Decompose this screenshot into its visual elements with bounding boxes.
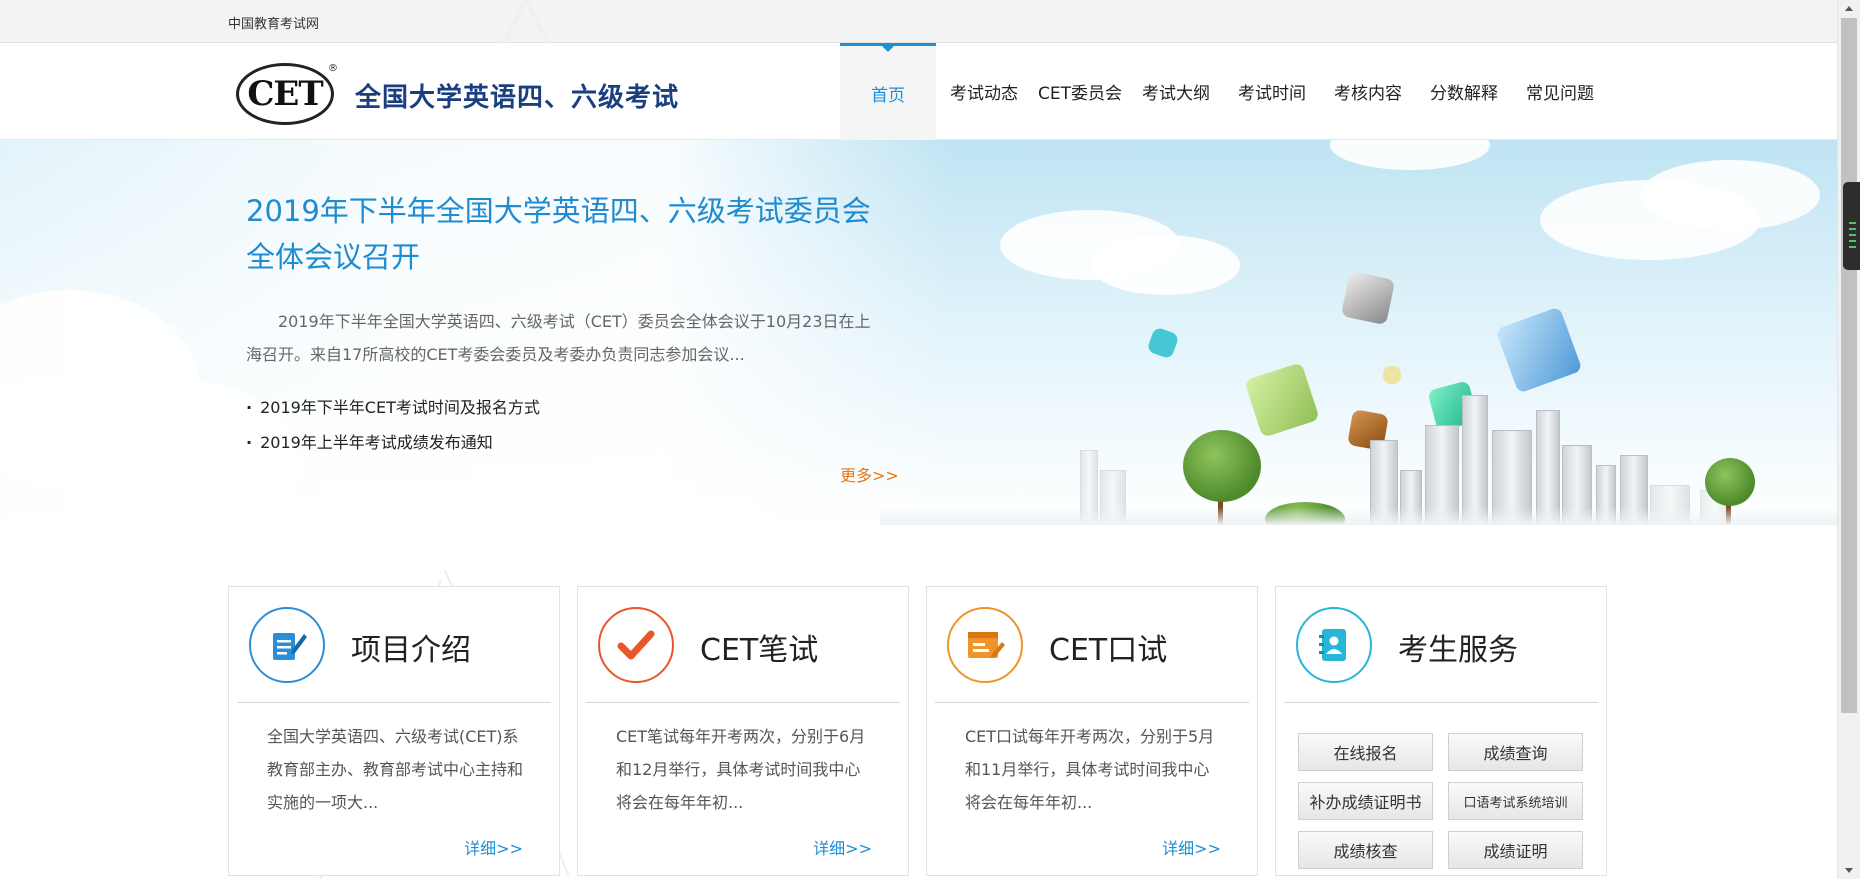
card-title: CET笔试 xyxy=(700,633,819,668)
site-title: 全国大学英语四、六级考试 xyxy=(355,83,680,113)
document-edit-icon xyxy=(249,607,325,683)
cloud-decoration xyxy=(1330,140,1490,170)
main-nav: 首页 考试动态 CET委员会 考试大纲 考试时间 考核内容 分数解释 常见问题 xyxy=(840,43,1608,140)
nav-exam-content[interactable]: 考核内容 xyxy=(1320,43,1416,140)
nav-syllabus[interactable]: 考试大纲 xyxy=(1128,43,1224,140)
card-header: CET口试 xyxy=(935,587,1249,703)
hero-banner: 2019年下半年全国大学英语四、六级考试委员会全体会议召开 2019年下半年全国… xyxy=(0,140,1837,525)
scroll-up-icon[interactable] xyxy=(1845,6,1853,11)
floating-cube-decoration xyxy=(1340,270,1396,326)
card-header: 考生服务 xyxy=(1284,587,1598,703)
card-description: CET笔试每年开考两次，分别于6月和12月举行，具体考试时间我中心将会在每年年初… xyxy=(616,727,866,812)
card-cet-oral: CET口试 CET口试每年开考两次，分别于5月和11月举行，具体考试时间我中心将… xyxy=(926,586,1258,876)
building-decoration xyxy=(1462,395,1488,525)
score-review-button[interactable]: 成绩核查 xyxy=(1298,831,1433,869)
card-title: 考生服务 xyxy=(1398,633,1518,668)
ground-decoration xyxy=(880,507,1837,525)
online-registration-button[interactable]: 在线报名 xyxy=(1298,733,1433,771)
card-cet-written: CET笔试 CET笔试每年开考两次，分别于6月和12月举行，具体考试时间我中心将… xyxy=(577,586,909,876)
nav-faq[interactable]: 常见问题 xyxy=(1512,43,1608,140)
widget-bar-icon xyxy=(1849,228,1856,230)
nav-label: 考试动态 xyxy=(950,84,1018,104)
cet-logo-text: CET xyxy=(247,74,323,114)
card-project-intro: 项目介绍 全国大学英语四、六级考试(CET)系教育部主办、教育部考试中心主持和实… xyxy=(228,586,560,876)
score-query-button[interactable]: 成绩查询 xyxy=(1448,733,1583,771)
registered-mark: ® xyxy=(328,63,338,74)
banner-headline-link[interactable]: 2019年下半年全国大学英语四、六级考试委员会全体会议召开 xyxy=(246,188,886,280)
site-name-link[interactable]: 中国教育考试网 xyxy=(228,13,319,32)
floating-cube-decoration xyxy=(1146,326,1180,360)
nav-label: 考核内容 xyxy=(1334,84,1402,104)
widget-bar-icon xyxy=(1849,222,1856,224)
id-card-icon xyxy=(947,607,1023,683)
vertical-scrollbar[interactable] xyxy=(1837,0,1860,879)
cet-logo[interactable]: CET xyxy=(236,63,334,125)
tree-decoration xyxy=(1183,430,1261,502)
banner-news-list: 2019年下半年CET考试时间及报名方式 2019年上半年考试成绩发布通知 xyxy=(246,390,540,460)
side-widget[interactable] xyxy=(1843,182,1860,270)
contact-book-icon xyxy=(1296,607,1372,683)
card-title: CET口试 xyxy=(1049,633,1168,668)
reissue-certificate-button[interactable]: 补办成绩证明书 xyxy=(1298,782,1433,820)
nav-label: 分数解释 xyxy=(1430,84,1498,104)
oral-exam-training-button[interactable]: 口语考试系统培训 xyxy=(1448,782,1583,820)
top-strip: 中国教育考试网 xyxy=(0,0,1837,54)
details-link[interactable]: 详细>> xyxy=(813,835,872,859)
nav-label: CET委员会 xyxy=(1038,84,1122,104)
more-news-link[interactable]: 更多>> xyxy=(840,462,899,486)
card-title: 项目介绍 xyxy=(351,633,471,668)
nav-home[interactable]: 首页 xyxy=(840,43,936,140)
card-candidate-services: 考生服务 在线报名 成绩查询 补办成绩证明书 口语考试系统培训 成绩核查 成绩证… xyxy=(1275,586,1607,876)
floating-cube-decoration xyxy=(1244,362,1320,438)
nav-label: 常见问题 xyxy=(1526,84,1594,104)
scroll-thumb[interactable] xyxy=(1841,18,1857,713)
card-description: CET口试每年开考两次，分别于5月和11月举行，具体考试时间我中心将会在每年年初… xyxy=(965,727,1215,812)
banner-description: 2019年下半年全国大学英语四、六级考试（CET）委员会全体会议于10月23日在… xyxy=(246,312,871,364)
details-link[interactable]: 详细>> xyxy=(464,835,523,859)
nav-cet-committee[interactable]: CET委员会 xyxy=(1032,43,1128,140)
nav-label: 考试时间 xyxy=(1238,84,1306,104)
news-link[interactable]: 2019年下半年CET考试时间及报名方式 xyxy=(246,390,540,425)
nav-exam-time[interactable]: 考试时间 xyxy=(1224,43,1320,140)
site-header: CET ® 全国大学英语四、六级考试 首页 考试动态 CET委员会 考试大纲 考… xyxy=(0,43,1837,140)
nav-exam-news[interactable]: 考试动态 xyxy=(936,43,1032,140)
tree-decoration xyxy=(1705,458,1755,506)
checkmark-icon xyxy=(598,607,674,683)
cloud-decoration xyxy=(1640,160,1820,230)
card-header: CET笔试 xyxy=(586,587,900,703)
news-link[interactable]: 2019年上半年考试成绩发布通知 xyxy=(246,425,540,460)
floating-cube-decoration xyxy=(1495,306,1583,394)
nav-label: 首页 xyxy=(871,85,905,106)
floating-cube-decoration xyxy=(1383,366,1401,384)
widget-bar-icon xyxy=(1849,246,1856,248)
nav-label: 考试大纲 xyxy=(1142,84,1210,104)
cloud-decoration xyxy=(1090,235,1240,295)
card-header: 项目介绍 xyxy=(237,587,551,703)
widget-bar-icon xyxy=(1849,234,1856,236)
widget-bar-icon xyxy=(1849,240,1856,242)
score-certificate-button[interactable]: 成绩证明 xyxy=(1448,831,1583,869)
card-description: 全国大学英语四、六级考试(CET)系教育部主办、教育部考试中心主持和实施的一项大… xyxy=(267,727,524,812)
scroll-down-icon[interactable] xyxy=(1845,868,1853,873)
nav-score-explanation[interactable]: 分数解释 xyxy=(1416,43,1512,140)
details-link[interactable]: 详细>> xyxy=(1162,835,1221,859)
